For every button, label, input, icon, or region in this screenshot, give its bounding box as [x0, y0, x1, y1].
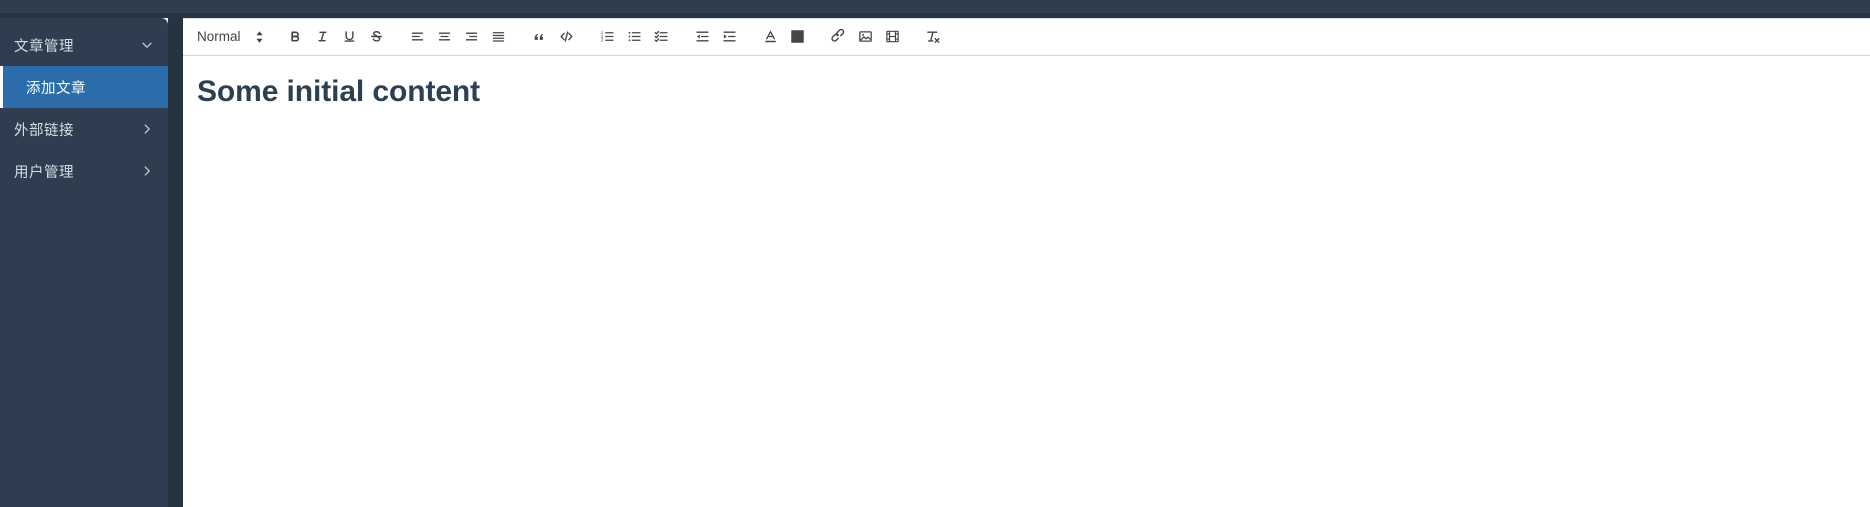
- check-list-icon[interactable]: [648, 25, 675, 49]
- insert-group: [825, 25, 906, 49]
- chevron-updown-icon: [255, 30, 264, 44]
- block-group: [526, 25, 580, 49]
- text-style-group: [282, 25, 390, 49]
- text-color-icon[interactable]: [757, 25, 784, 49]
- link-icon[interactable]: [825, 25, 852, 49]
- sidebar-item-label: 文章管理: [14, 38, 74, 55]
- sidebar-item-label: 添加文章: [26, 80, 86, 97]
- sidebar-item-label: 外部链接: [14, 122, 74, 139]
- strikethrough-icon[interactable]: [363, 25, 390, 49]
- editor-content-area[interactable]: Some initial content: [183, 56, 1870, 507]
- list-group: 1 2 3: [594, 25, 675, 49]
- bullet-list-icon[interactable]: [621, 25, 648, 49]
- indent-icon[interactable]: [716, 25, 743, 49]
- color-group: [757, 25, 811, 49]
- header-format-picker-value: Normal: [197, 29, 241, 44]
- sidebar-nav: 文章管理 添加文章 外部链接 用户管理: [0, 24, 168, 192]
- sidebar-item-add-article[interactable]: 添加文章: [0, 66, 168, 108]
- align-left-icon[interactable]: [404, 25, 431, 49]
- align-center-icon[interactable]: [431, 25, 458, 49]
- sidebar-item-external-links[interactable]: 外部链接: [0, 108, 168, 150]
- video-icon[interactable]: [879, 25, 906, 49]
- align-group: [404, 25, 512, 49]
- bold-icon[interactable]: [282, 25, 309, 49]
- sidebar: 文章管理 添加文章 外部链接 用户管理: [0, 18, 168, 507]
- outdent-icon[interactable]: [689, 25, 716, 49]
- clean-group: [920, 25, 947, 49]
- clear-format-icon[interactable]: [920, 25, 947, 49]
- image-icon[interactable]: [852, 25, 879, 49]
- chevron-right-icon: [140, 122, 154, 136]
- ordered-list-icon[interactable]: 1 2 3: [594, 25, 621, 49]
- align-right-icon[interactable]: [458, 25, 485, 49]
- document-heading: Some initial content: [197, 75, 481, 108]
- app-window: 文章管理 添加文章 外部链接 用户管理 Normal 1 2 3 Some in…: [0, 0, 1870, 507]
- sidebar-divider-strip: [168, 18, 183, 507]
- header-format-picker[interactable]: Normal: [189, 25, 268, 49]
- align-justify-icon[interactable]: [485, 25, 512, 49]
- sidebar-item-label: 用户管理: [14, 164, 74, 181]
- indent-group: [689, 25, 743, 49]
- code-block-icon[interactable]: [553, 25, 580, 49]
- svg-text:3: 3: [600, 38, 603, 43]
- background-color-icon[interactable]: [784, 25, 811, 49]
- sidebar-item-user-management[interactable]: 用户管理: [0, 150, 168, 192]
- sidebar-item-article-management[interactable]: 文章管理: [0, 24, 168, 66]
- italic-icon[interactable]: [309, 25, 336, 49]
- chevron-right-icon: [140, 164, 154, 178]
- blockquote-icon[interactable]: [526, 25, 553, 49]
- underline-icon[interactable]: [336, 25, 363, 49]
- chevron-down-icon: [140, 38, 154, 52]
- rich-text-editor: Normal 1 2 3 Some initial content: [183, 18, 1870, 507]
- editor-toolbar: Normal 1 2 3: [183, 18, 1870, 56]
